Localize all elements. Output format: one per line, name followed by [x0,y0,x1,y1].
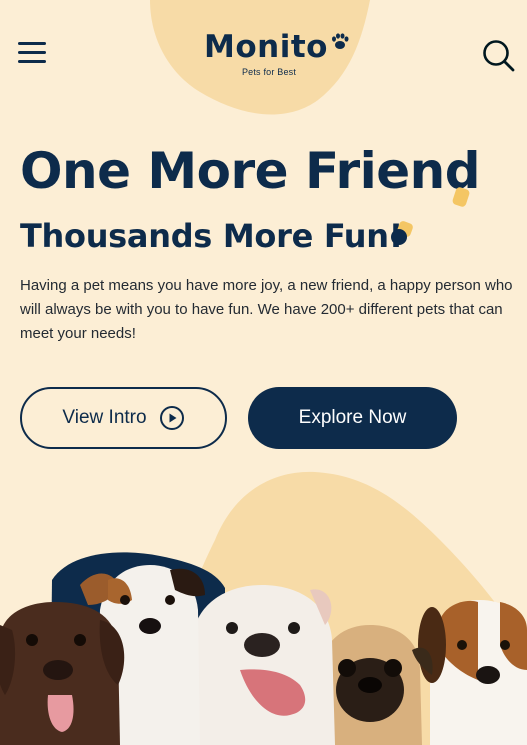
beagle-dog-image [418,600,527,745]
view-intro-button[interactable]: View Intro [20,387,227,449]
play-circle-icon [159,406,184,430]
hero-subheadline: Thousands More Fun! [20,217,404,255]
decorative-shape-yellow [452,187,470,207]
dogs-group-image [0,565,527,745]
view-intro-label: View Intro [62,407,147,428]
page: Monito Pets for Best One More Friend Tho… [0,0,527,745]
bulldog-dog-image [187,585,335,745]
decorative-shape-dark [391,221,413,245]
search-icon[interactable] [480,37,516,73]
logo[interactable]: Monito Pets for Best [204,30,349,82]
explore-now-label: Explore Now [298,407,407,428]
logo-tagline: Pets for Best [241,67,297,77]
logo-text: Monito [204,29,328,65]
explore-now-button[interactable]: Explore Now [248,387,457,449]
hero-headline: One More Friend [20,142,481,200]
header: Monito Pets for Best [0,0,527,100]
paw-icon [331,33,349,49]
labrador-dog-image [0,602,125,745]
logo-wordmark: Monito [204,30,350,64]
hamburger-menu-icon[interactable] [18,42,48,68]
hero-description: Having a pet means you have more joy, a … [20,277,513,342]
